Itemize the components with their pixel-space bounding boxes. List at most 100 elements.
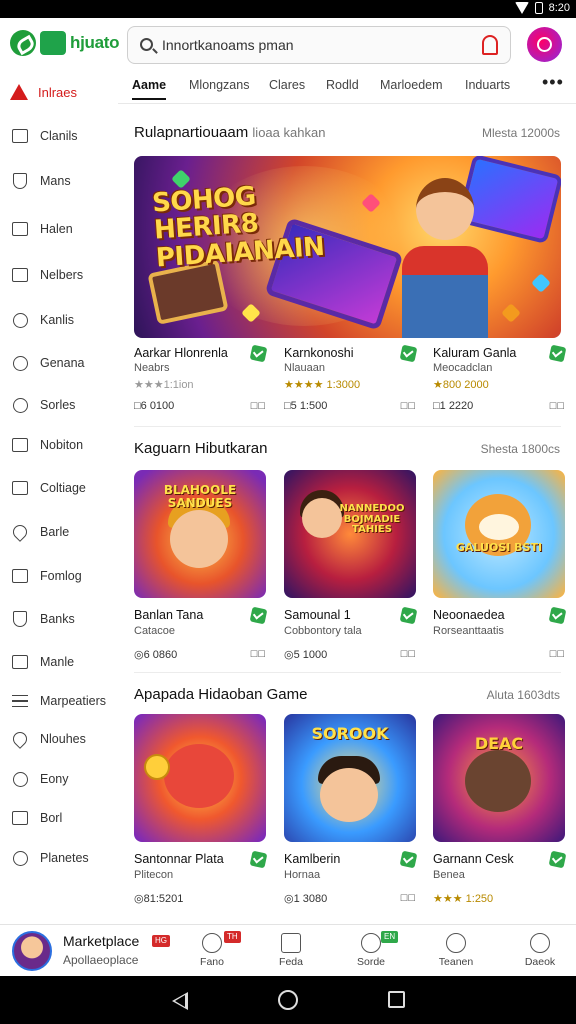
tab-0[interactable]: Aame <box>132 78 167 100</box>
game-card[interactable]: SOROOK Kamlberin Hornaa ◎1 3080 □□ <box>284 714 418 912</box>
sidebar-item[interactable]: Halen <box>10 217 73 241</box>
marketplace-avatar[interactable] <box>12 931 52 971</box>
game-card[interactable]: DEAC Garnann Cesk Benea ★★★ 1:250 <box>433 714 567 912</box>
sidebar-item[interactable]: Genana <box>10 351 84 375</box>
app-logo[interactable]: hjuato <box>10 30 120 56</box>
game-name: Aarkar Hlonrenla <box>134 346 228 360</box>
sidebar-header[interactable]: Inlraes <box>10 80 77 104</box>
action-icons[interactable]: □□ <box>401 648 416 660</box>
back-icon[interactable] <box>172 992 188 1010</box>
status-time: 8:20 <box>548 2 570 14</box>
microphone-icon[interactable] <box>482 35 498 55</box>
game-rating: ★★★★ 1:3000 <box>284 379 361 391</box>
game-card[interactable]: BLAHOOLE SANDUES Banlan Tana Catacoe ◎6 … <box>134 470 268 668</box>
divider <box>134 672 561 673</box>
warning-icon <box>10 84 28 100</box>
sidebar-item[interactable]: Planetes <box>10 846 89 870</box>
search-icon <box>140 38 153 51</box>
sidebar-item-label: Planetes <box>40 851 89 865</box>
game-thumbnail: NANNEDOO BOJMADIE TAHIES <box>284 470 416 598</box>
action-icons[interactable]: □□ <box>550 648 565 660</box>
action-icons[interactable]: □□ <box>251 648 266 660</box>
check-circle-icon <box>10 397 30 413</box>
search-input[interactable]: Innortkanoams pman <box>162 37 294 53</box>
pin-icon <box>10 771 30 787</box>
sidebar-item[interactable]: Manle <box>10 650 74 674</box>
sidebar-item[interactable]: Nlouhes <box>10 727 86 751</box>
sidebar-item-label: Kanlis <box>40 313 75 327</box>
nav-item-2[interactable]: Sorde EN <box>341 929 401 973</box>
game-subtitle: Cobbontory tala <box>284 625 362 637</box>
sidebar-item[interactable]: Eony <box>10 767 69 791</box>
nav-item-0[interactable]: Fano TH <box>182 929 242 973</box>
sidebar-item[interactable]: Barle <box>10 520 69 544</box>
nav-item-label: Sorde <box>356 956 386 968</box>
sidebar-item-label: Fomlog <box>40 569 82 583</box>
featured-banner[interactable]: SOHOG HERIR8 PIDAIANAIN <box>134 156 561 338</box>
nav-item-3[interactable]: Teanen <box>426 929 486 973</box>
thumbnail-title: DEAC <box>474 734 524 753</box>
recent-apps-icon[interactable] <box>388 991 405 1008</box>
game-stats: □6 0100 <box>134 400 175 412</box>
sidebar-item[interactable]: Sorles <box>10 393 75 417</box>
sidebar-item[interactable]: Banks <box>10 607 75 631</box>
section-see-more-link[interactable]: Shesta 1800cs <box>481 442 560 456</box>
sidebar-item-label: Borl <box>40 811 63 825</box>
game-card[interactable]: Santonnar Plata Plitecon ◎81:5201 <box>134 714 268 912</box>
section-see-more-link[interactable]: Mlesta 12000s <box>482 126 560 140</box>
tab-2[interactable]: Clares <box>269 78 305 92</box>
game-rating: ★800 2000 <box>433 379 489 391</box>
game-subtitle: Nlauaan <box>284 362 325 374</box>
document-icon <box>281 933 301 953</box>
sidebar-item[interactable]: Kanlis <box>10 308 74 332</box>
sidebar-item-label: Genana <box>40 356 85 370</box>
cloud-icon <box>202 933 222 953</box>
tag-icon <box>10 522 30 542</box>
marketplace-title[interactable]: Marketplace <box>63 933 139 949</box>
section-subtitle: lioaa kahkan <box>252 125 326 140</box>
game-card[interactable]: NANNEDOO BOJMADIE TAHIES Samounal 1 Cobb… <box>284 470 418 668</box>
tab-4[interactable]: Marloedem <box>380 78 443 92</box>
game-thumbnail: SOROOK <box>284 714 416 842</box>
sidebar-item-label: Nelbers <box>40 268 84 282</box>
nav-item-1[interactable]: Feda <box>261 929 321 973</box>
sidebar-item-label: Banks <box>40 612 75 626</box>
more-tabs-icon[interactable]: ••• <box>542 72 564 93</box>
clock-icon <box>10 312 30 328</box>
game-name: Kaluram Ganla <box>433 346 517 360</box>
main-content: Rulapnartiouaam lioaa kahkan Mlesta 1200… <box>118 104 576 924</box>
search-bar[interactable]: Innortkanoams pman <box>127 26 511 64</box>
game-stats: ◎6 0860 <box>134 649 178 661</box>
action-icons[interactable]: □□ <box>550 400 565 412</box>
action-icons[interactable]: □□ <box>251 400 266 412</box>
sidebar-item-label: Clanils <box>40 129 78 143</box>
tab-3[interactable]: Rodld <box>326 78 359 92</box>
tab-1[interactable]: Mlongzans <box>189 78 249 92</box>
game-stats: ★★★ 1:250 <box>433 893 494 905</box>
nav-item-4[interactable]: Daeok <box>510 929 570 973</box>
action-icons[interactable]: □□ <box>401 400 416 412</box>
tab-5[interactable]: Induarts <box>465 78 510 92</box>
sidebar-item[interactable]: Coltiage <box>10 476 86 500</box>
action-icons[interactable]: □□ <box>401 892 416 904</box>
sidebar-item-label: Mans <box>40 174 71 188</box>
home-icon[interactable] <box>278 990 298 1010</box>
nav-item-label: Daeok <box>524 956 556 968</box>
sidebar-item-label: Nobiton <box>40 438 84 452</box>
sidebar-item-label: Eony <box>40 772 69 786</box>
character-art <box>402 246 488 338</box>
sidebar-item[interactable]: Borl <box>10 806 62 830</box>
sidebar-item[interactable]: Mans <box>10 169 71 193</box>
sidebar-item[interactable]: Nelbers <box>10 263 83 287</box>
game-stats: □1 2220 <box>433 400 474 412</box>
sidebar-item[interactable]: Clanils <box>10 124 78 148</box>
section-see-more-link[interactable]: Aluta 1603dts <box>487 688 560 702</box>
sidebar-item[interactable]: Marpeatiers <box>10 689 106 713</box>
divider <box>134 426 561 427</box>
game-stats: ◎81:5201 <box>134 893 184 905</box>
sidebar-item[interactable]: Fomlog <box>10 564 82 588</box>
profile-avatar-button[interactable] <box>527 27 562 62</box>
game-stats: ◎1 3080 <box>284 893 328 905</box>
game-card[interactable]: GALUOSI BSTI Neoonaedea Rorseanttaatis □… <box>433 470 567 668</box>
sidebar-item[interactable]: Nobiton <box>10 433 83 457</box>
